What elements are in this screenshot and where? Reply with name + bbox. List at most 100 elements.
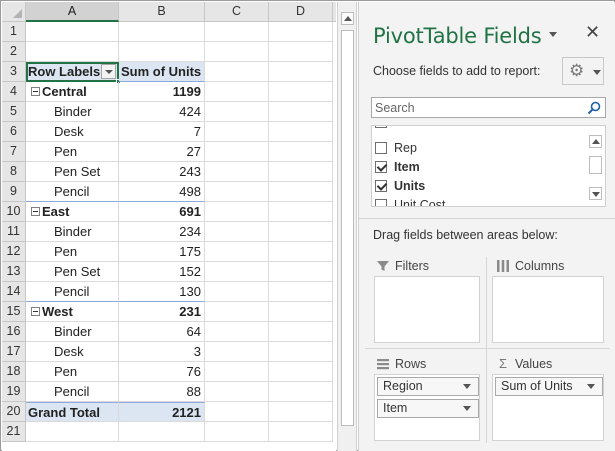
pivot-item-value[interactable]: 64 [119,322,205,342]
search-input[interactable] [375,99,580,116]
row-labels-filter-dropdown-icon[interactable] [101,64,116,79]
field-item-units[interactable]: Units [375,177,425,195]
cell-b2[interactable] [119,42,205,62]
row-header[interactable]: 3 [2,62,26,82]
pivot-item-value[interactable]: 7 [119,122,205,142]
cell-c20[interactable] [205,402,269,422]
pivot-item-value[interactable]: 88 [119,382,205,402]
pivot-group-total[interactable]: 231 [119,302,205,322]
pivot-grand-total-label[interactable]: Grand Total [26,402,119,422]
field-list[interactable]: Rep Item Units Unit Cost [371,125,606,207]
rows-field-pill-region[interactable]: Region [377,377,479,396]
cell-c15[interactable] [205,302,269,322]
cell-d4[interactable] [269,82,333,102]
collapse-toggle-icon[interactable] [31,207,40,216]
cell-d19[interactable] [269,382,333,402]
pivot-row-labels-header[interactable]: Row Labels [26,62,121,84]
pivot-item-value[interactable]: 424 [119,102,205,122]
cell-a1[interactable] [26,22,119,42]
cell-a21[interactable] [26,422,119,442]
column-header-b[interactable]: B [119,2,205,22]
row-header[interactable]: 11 [2,222,26,242]
close-icon[interactable]: ✕ [585,22,600,42]
cell-c10[interactable] [205,202,269,222]
pivot-group-total[interactable]: 691 [119,202,205,222]
cell-c16[interactable] [205,322,269,342]
pivot-item-value[interactable]: 27 [119,142,205,162]
field-item-item[interactable]: Item [375,158,420,176]
cell-c17[interactable] [205,342,269,362]
scroll-thumb[interactable] [341,30,354,426]
cell-d21[interactable] [269,422,333,442]
scroll-thumb[interactable] [589,156,602,174]
pivot-item-value[interactable]: 76 [119,362,205,382]
pivot-grand-total-value[interactable]: 2121 [119,402,205,422]
row-header[interactable]: 10 [2,202,26,222]
cell-c7[interactable] [205,142,269,162]
select-all-corner[interactable] [2,2,26,22]
cell-d12[interactable] [269,242,333,262]
rows-drop-area[interactable]: Region Item [374,374,480,441]
cell-c18[interactable] [205,362,269,382]
row-header[interactable]: 4 [2,82,26,102]
search-icon[interactable] [586,100,602,116]
row-header[interactable]: 6 [2,122,26,142]
filters-drop-area[interactable] [374,276,480,343]
pane-options-chevron-down-icon[interactable] [549,32,557,37]
cell-c1[interactable] [205,22,269,42]
cell-c9[interactable] [205,182,269,202]
pivot-item-value[interactable]: 498 [119,182,205,202]
pivot-item-label[interactable]: Pen Set [26,162,119,182]
chevron-down-icon[interactable] [587,384,595,389]
field-checkbox[interactable] [375,142,387,154]
rows-field-pill-item[interactable]: Item [377,399,479,418]
values-field-pill-sum-of-units[interactable]: Sum of Units [495,377,603,396]
column-header-d[interactable]: D [269,2,333,22]
cell-d9[interactable] [269,182,333,202]
pivot-item-value[interactable]: 234 [119,222,205,242]
cell-a2[interactable] [26,42,119,62]
cell-d2[interactable] [269,42,333,62]
pivot-item-value[interactable]: 243 [119,162,205,182]
cell-d20[interactable] [269,402,333,422]
cell-d17[interactable] [269,342,333,362]
cell-d16[interactable] [269,322,333,342]
row-header[interactable]: 13 [2,262,26,282]
pivot-item-label[interactable]: Binder [26,222,119,242]
cell-d14[interactable] [269,282,333,302]
row-header[interactable]: 19 [2,382,26,402]
row-header[interactable]: 12 [2,242,26,262]
row-header[interactable]: 8 [2,162,26,182]
cell-d7[interactable] [269,142,333,162]
row-header[interactable]: 14 [2,282,26,302]
field-item-rep[interactable]: Rep [375,139,417,157]
field-list-scrollbar[interactable] [588,126,605,206]
pivot-values-header[interactable]: Sum of Units [119,62,205,82]
cell-c3[interactable] [205,62,269,82]
chevron-down-icon[interactable] [463,406,471,411]
field-item-unit-cost[interactable]: Unit Cost [375,196,445,206]
cell-d5[interactable] [269,102,333,122]
cell-d13[interactable] [269,262,333,282]
row-header[interactable]: 2 [2,42,26,62]
row-header[interactable]: 7 [2,142,26,162]
pivot-item-value[interactable]: 3 [119,342,205,362]
pivot-group-label[interactable]: East [26,202,119,222]
collapse-toggle-icon[interactable] [31,87,40,96]
cell-c19[interactable] [205,382,269,402]
pivot-item-label[interactable]: Pen [26,142,119,162]
pivot-item-label[interactable]: Desk [26,342,119,362]
cell-d10[interactable] [269,202,333,222]
cell-d11[interactable] [269,222,333,242]
pivot-item-value[interactable]: 130 [119,282,205,302]
row-header[interactable]: 18 [2,362,26,382]
pivot-item-label[interactable]: Pen Set [26,262,119,282]
cell-d15[interactable] [269,302,333,322]
row-header[interactable]: 17 [2,342,26,362]
scroll-down-arrow-icon[interactable] [589,187,602,200]
scroll-up-arrow-icon[interactable] [341,12,354,25]
pivot-item-label[interactable]: Binder [26,322,119,342]
scroll-up-arrow-icon[interactable] [589,135,602,148]
field-search-box[interactable] [371,97,606,118]
pivot-group-total[interactable]: 1199 [119,82,205,102]
